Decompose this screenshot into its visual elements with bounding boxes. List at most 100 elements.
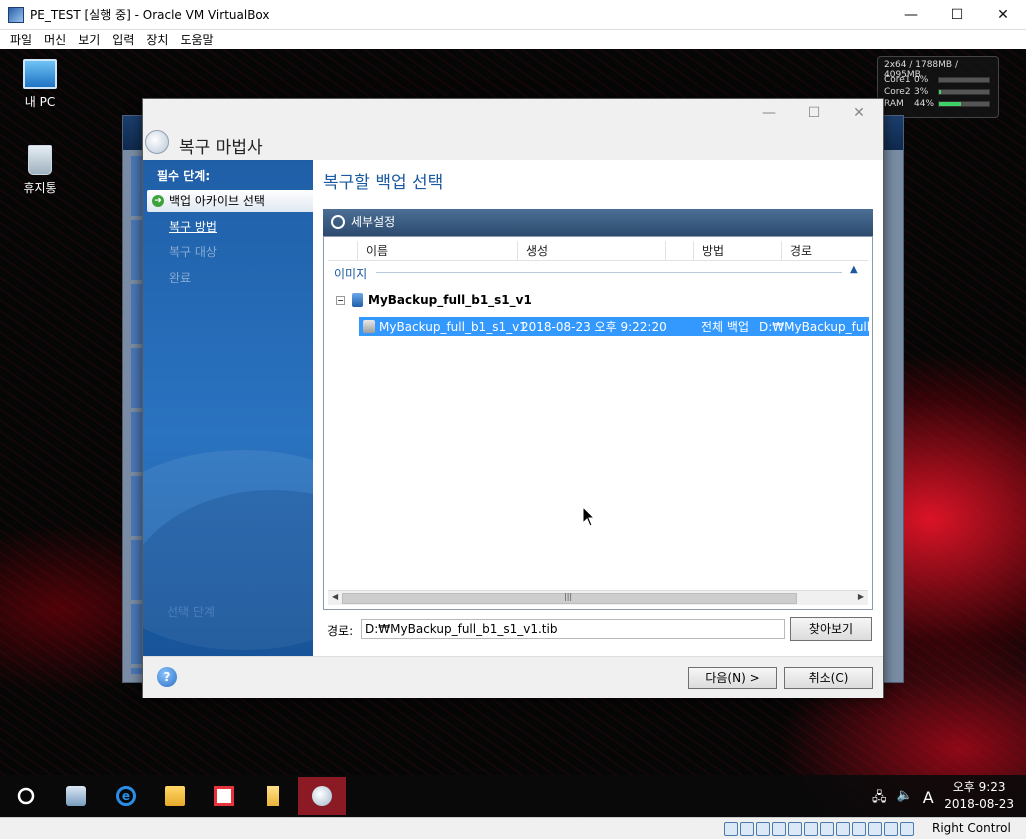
taskbar-folder[interactable] [249, 777, 297, 815]
tree-collapse-icon[interactable]: − [336, 295, 345, 305]
archive-name: MyBackup_full_b1_s1_v1 [368, 293, 532, 307]
sysmon-row: Core1 0% [884, 74, 992, 86]
dialog-maximize-button[interactable]: ☐ [794, 105, 834, 121]
next-button[interactable]: 다음(N) > [688, 667, 777, 689]
desktop-icon-recycle-bin[interactable]: 휴지통 [8, 145, 72, 196]
minimize-button[interactable]: — [888, 0, 934, 30]
host-titlebar: PE_TEST [실행 중] - Oracle VM VirtualBox — … [0, 0, 1026, 30]
window-title: PE_TEST [실행 중] - Oracle VM VirtualBox [30, 8, 270, 22]
volume-icon[interactable]: 🔈 [897, 788, 913, 810]
arrow-right-icon: ➜ [152, 195, 164, 207]
step-recovery-method[interactable]: 복구 방법 [147, 216, 313, 238]
cpu-icon[interactable] [852, 822, 866, 836]
desktop-icon-label: 휴지통 [23, 181, 57, 195]
page-title: 복구할 백업 선택 [323, 173, 444, 193]
recovery-app-icon [312, 786, 332, 806]
sysmon-header: 2x64 / 1788MB / 4095MB [884, 60, 958, 80]
dialog-minimize-button[interactable]: — [749, 105, 789, 121]
archive-icon [352, 293, 363, 307]
system-tray: 🖧 🔈 A [872, 788, 934, 810]
panel-title: 세부설정 [351, 215, 396, 229]
step-label: 백업 아카이브 선택 [169, 194, 265, 208]
scroll-right-icon[interactable]: ▶ [858, 592, 864, 601]
scroll-left-icon[interactable]: ◀ [332, 592, 338, 601]
display-icon[interactable] [820, 822, 834, 836]
column-method[interactable]: 방법 [694, 241, 782, 260]
optical-drive-icon[interactable] [740, 822, 754, 836]
this-pc-icon [23, 59, 57, 89]
column-spacer [666, 241, 694, 260]
wizard-main: 복구할 백업 선택 세부설정 이름 생성 방법 경로 이미지 ▲ − MyBac… [313, 160, 883, 656]
host-menubar: 파일 머신 보기 입력 장치 도움말 [0, 30, 1026, 49]
archive-node[interactable]: − MyBackup_full_b1_s1_v1 [336, 293, 532, 307]
taskbar-internet-explorer[interactable]: e [102, 777, 150, 815]
taskbar-file-explorer[interactable] [151, 777, 199, 815]
audio-icon[interactable] [756, 822, 770, 836]
keyboard-capture-icon[interactable] [900, 822, 914, 836]
sysmon-label: Core1 [884, 75, 911, 85]
back-arrow-icon[interactable] [145, 130, 169, 154]
close-button[interactable]: ✕ [980, 0, 1026, 30]
column-name[interactable]: 이름 [358, 241, 518, 260]
shared-folder-icon[interactable] [804, 822, 818, 836]
table-row[interactable]: MyBackup_full_b1_s1_v1 2018-08-23 오후 9:2… [359, 317, 869, 336]
browse-button[interactable]: 찾아보기 [790, 617, 872, 641]
network-adapter-icon[interactable] [772, 822, 786, 836]
details-panel-header[interactable]: 세부설정 [323, 209, 873, 236]
help-icon[interactable]: ? [157, 667, 177, 687]
sysmon-pct: 44% [914, 99, 935, 109]
menu-input[interactable]: 입력 [106, 31, 140, 48]
taskbar-recovery-app[interactable] [298, 777, 346, 815]
recovery-wizard-dialog: 복구 마법사 — ☐ ✕ 필수 단계: ➜ 백업 아카이브 선택 복구 방법 복… [142, 98, 884, 698]
host-key-label: Right Control [932, 821, 1011, 835]
desktop-icon-label: 내 PC [24, 95, 56, 109]
row-path: D:₩MyBackup_full_b [759, 319, 869, 334]
ime-indicator[interactable]: A [923, 788, 934, 810]
desktop-icon-this-pc[interactable]: 내 PC [8, 59, 72, 110]
column-created[interactable]: 생성 [518, 241, 666, 260]
cancel-button[interactable]: 취소(C) [784, 667, 873, 689]
collapse-caret-icon[interactable]: ▲ [850, 264, 858, 275]
sysmon-label: RAM [884, 99, 904, 109]
menu-file[interactable]: 파일 [4, 31, 38, 48]
file-explorer-icon [165, 786, 185, 806]
virtualbox-icon [8, 6, 24, 23]
menu-machine[interactable]: 머신 [38, 31, 72, 48]
hard-disk-icon[interactable] [724, 822, 738, 836]
clock-date: 2018-08-23 [944, 797, 1014, 811]
internet-explorer-icon: e [116, 786, 136, 806]
status-icons [724, 822, 914, 836]
network-icon[interactable]: 🖧 [872, 788, 887, 810]
menu-devices[interactable]: 장치 [140, 31, 174, 48]
guest-desktop: 내 PC 휴지통 2x64 / 1788MB / 4095MB Core1 0%… [0, 49, 1026, 817]
mouse-integration-icon[interactable] [884, 822, 898, 836]
dialog-close-button[interactable]: ✕ [839, 105, 879, 121]
clock[interactable]: 오후 9:23 2018-08-23 [944, 779, 1014, 813]
start-button[interactable] [2, 777, 50, 815]
step-select-archive[interactable]: ➜ 백업 아카이브 선택 [147, 190, 313, 212]
power-icon [17, 787, 35, 805]
path-input[interactable] [361, 619, 785, 639]
mouse-cursor-icon [582, 506, 596, 527]
horizontal-scrollbar[interactable]: ◀ ||| ▶ [328, 590, 868, 605]
dialog-titlebar: 복구 마법사 — ☐ ✕ [143, 99, 883, 160]
sidebar-heading: 필수 단계: [157, 169, 211, 183]
network-tool-icon [66, 786, 86, 806]
menu-view[interactable]: 보기 [72, 31, 106, 48]
host-statusbar: Right Control [0, 817, 1026, 839]
row-created: 2018-08-23 오후 9:22:20 [521, 320, 667, 334]
clock-time: 오후 9:23 [952, 780, 1006, 794]
taskbar-app-red[interactable] [200, 777, 248, 815]
taskbar-network-app[interactable] [52, 777, 100, 815]
maximize-button[interactable]: ☐ [934, 0, 980, 30]
usb-icon[interactable] [788, 822, 802, 836]
group-images: 이미지 [334, 267, 368, 281]
archive-list[interactable]: 이름 생성 방법 경로 이미지 ▲ − MyBackup_full_b1_s1_… [323, 236, 873, 610]
menu-help[interactable]: 도움말 [174, 31, 219, 48]
column-path[interactable]: 경로 [782, 241, 868, 260]
sysmon-row: Core2 3% [884, 86, 992, 98]
virtualization-icon[interactable] [868, 822, 882, 836]
dialog-title: 복구 마법사 [179, 138, 263, 158]
video-capture-icon[interactable] [836, 822, 850, 836]
recycle-bin-icon [28, 145, 52, 175]
